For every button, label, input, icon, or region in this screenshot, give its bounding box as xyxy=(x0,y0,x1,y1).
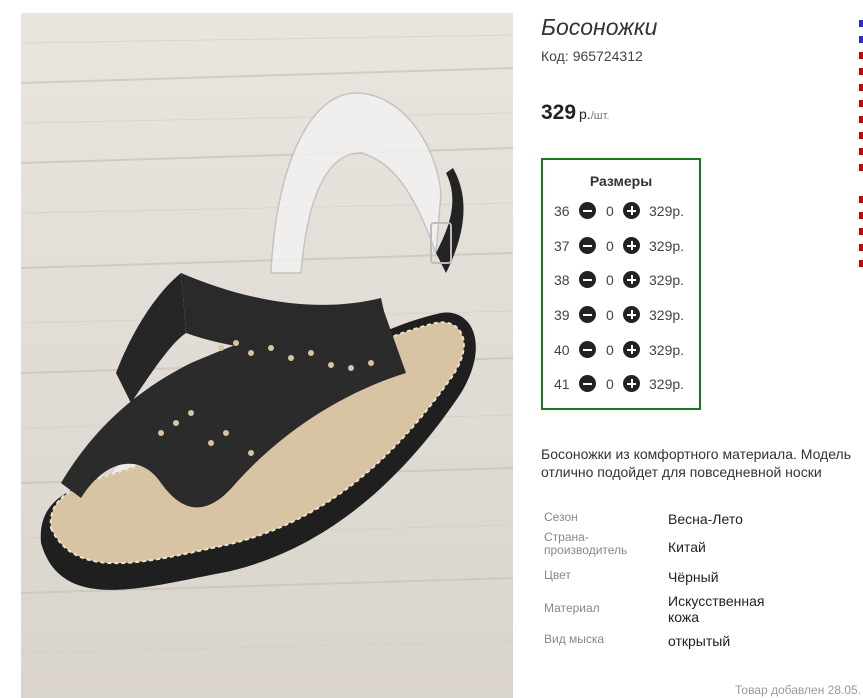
decrease-quantity-button[interactable] xyxy=(579,375,596,392)
attribute-key: Сезон xyxy=(544,510,578,524)
size-row: 38 0 329р. xyxy=(543,270,699,290)
clipped-sidebar-mark xyxy=(859,148,863,155)
clipped-sidebar-mark xyxy=(859,244,863,251)
product-code-label: Код: xyxy=(541,48,569,64)
size-price: 329р. xyxy=(649,272,685,288)
product-code: Код: 965724312 xyxy=(541,48,643,64)
quantity-value: 0 xyxy=(606,376,614,392)
clipped-sidebar-mark xyxy=(859,68,863,75)
sandal-image xyxy=(21,13,513,698)
attribute-key: Материал xyxy=(544,601,600,615)
size-label: 36 xyxy=(554,203,570,219)
product-code-value: 965724312 xyxy=(572,48,643,64)
clipped-sidebar-mark xyxy=(859,116,863,123)
clipped-sidebar-mark xyxy=(859,228,863,235)
added-date: Товар добавлен 28.05. xyxy=(735,683,862,697)
size-label: 37 xyxy=(554,238,570,254)
decrease-quantity-button[interactable] xyxy=(579,271,596,288)
price-unit: /шт. xyxy=(590,110,610,122)
attribute-value: Чёрный xyxy=(668,569,719,585)
clipped-sidebar-mark xyxy=(859,132,863,139)
attribute-key: Страна-производитель xyxy=(544,530,628,557)
clipped-sidebar-mark xyxy=(859,36,863,43)
size-row: 36 0 329р. xyxy=(543,201,699,221)
size-label: 39 xyxy=(554,307,570,323)
size-row: 41 0 329р. xyxy=(543,374,699,394)
sizes-box: Размеры 36 0 329р. 37 0 329р. 38 0 329р.… xyxy=(541,158,701,410)
attribute-value: открытый xyxy=(668,633,731,649)
size-price: 329р. xyxy=(649,342,685,358)
size-label: 40 xyxy=(554,342,570,358)
attribute-value: Искусственная кожа xyxy=(668,593,765,625)
clipped-sidebar-mark xyxy=(859,196,863,203)
decrease-quantity-button[interactable] xyxy=(579,306,596,323)
attribute-value: Весна-Лето xyxy=(668,511,743,527)
quantity-value: 0 xyxy=(606,342,614,358)
increase-quantity-button[interactable] xyxy=(623,306,640,323)
clipped-sidebar-mark xyxy=(859,212,863,219)
attribute-key: Вид мыска xyxy=(544,632,605,646)
clipped-sidebar-mark xyxy=(859,84,863,91)
sizes-heading: Размеры xyxy=(589,173,653,189)
quantity-value: 0 xyxy=(606,272,614,288)
product-description: Босоножки из комфортного материала. Моде… xyxy=(541,446,852,480)
size-row: 39 0 329р. xyxy=(543,305,699,325)
size-price: 329р. xyxy=(649,376,685,392)
increase-quantity-button[interactable] xyxy=(623,375,640,392)
increase-quantity-button[interactable] xyxy=(623,341,640,358)
clipped-sidebar-mark xyxy=(859,52,863,59)
quantity-value: 0 xyxy=(606,203,614,219)
size-price: 329р. xyxy=(649,307,685,323)
clipped-sidebar-mark xyxy=(859,164,863,171)
price-currency: р. xyxy=(579,106,591,122)
decrease-quantity-button[interactable] xyxy=(579,202,596,219)
quantity-value: 0 xyxy=(606,307,614,323)
clipped-sidebar-mark xyxy=(859,100,863,107)
size-label: 38 xyxy=(554,272,570,288)
price-value: 329 xyxy=(541,101,577,124)
clipped-sidebar-mark xyxy=(859,260,863,267)
clipped-sidebar-mark xyxy=(859,20,863,27)
size-row: 40 0 329р. xyxy=(543,340,699,360)
product-price: 329 р./шт. xyxy=(541,101,610,125)
size-price: 329р. xyxy=(649,203,685,219)
attribute-key: Цвет xyxy=(544,568,571,582)
increase-quantity-button[interactable] xyxy=(623,202,640,219)
size-price: 329р. xyxy=(649,238,685,254)
attribute-value: Китай xyxy=(668,539,706,555)
decrease-quantity-button[interactable] xyxy=(579,237,596,254)
product-title: Босоножки xyxy=(541,14,658,40)
product-photo[interactable] xyxy=(21,13,513,698)
size-label: 41 xyxy=(554,376,570,392)
quantity-value: 0 xyxy=(606,238,614,254)
decrease-quantity-button[interactable] xyxy=(579,341,596,358)
size-row: 37 0 329р. xyxy=(543,236,699,256)
increase-quantity-button[interactable] xyxy=(623,271,640,288)
increase-quantity-button[interactable] xyxy=(623,237,640,254)
